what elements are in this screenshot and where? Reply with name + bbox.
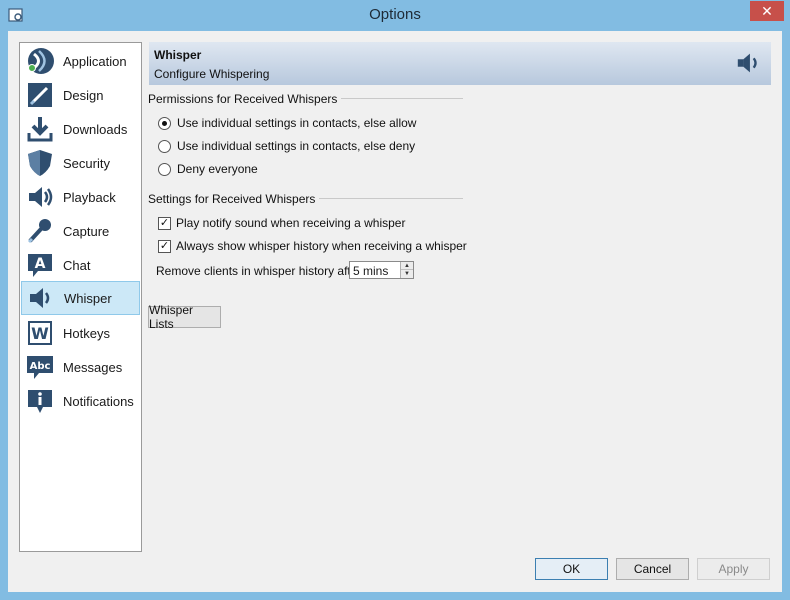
sidebar-item-label: Downloads: [63, 121, 128, 137]
speaker-icon: [737, 53, 757, 73]
sidebar-item-notifications[interactable]: Notifications: [21, 384, 140, 418]
sidebar-item-application[interactable]: Application: [21, 44, 140, 78]
sidebar-item-label: Design: [63, 87, 104, 103]
window-title: Options: [369, 6, 421, 23]
settings-group-title: Settings for Received Whispers: [148, 192, 320, 206]
spin-up-icon[interactable]: ▲: [401, 262, 413, 270]
remove-clients-label: Remove clients in whisper history after: [156, 264, 362, 278]
sidebar-item-whisper[interactable]: Whisper: [21, 281, 140, 315]
sidebar-item-security[interactable]: Security: [21, 146, 140, 180]
radio-deny[interactable]: Use individual settings in contacts, els…: [158, 139, 415, 153]
checkbox-show-whisper-history[interactable]: ✓ Always show whisper history when recei…: [158, 239, 467, 253]
radio-label: Deny everyone: [177, 162, 258, 176]
svg-text:W: W: [31, 324, 49, 343]
svg-text:Abc: Abc: [30, 361, 51, 372]
page-title: Whisper: [154, 48, 202, 62]
sidebar-item-label: Hotkeys: [63, 325, 110, 341]
close-button[interactable]: ✕: [750, 1, 784, 21]
sidebar-item-capture[interactable]: Capture: [21, 214, 140, 248]
checkbox-play-notify-sound[interactable]: ✓ Play notify sound when receiving a whi…: [158, 216, 405, 230]
page-subtitle: Configure Whispering: [154, 67, 270, 81]
radio-label: Use individual settings in contacts, els…: [177, 116, 417, 130]
checkbox-label: Play notify sound when receiving a whisp…: [176, 216, 406, 230]
ok-button[interactable]: OK: [535, 558, 608, 580]
sidebar-item-downloads[interactable]: Downloads: [21, 112, 140, 146]
title-bar[interactable]: Options ✕: [0, 0, 790, 31]
checkbox[interactable]: ✓: [158, 216, 171, 230]
download-arrow-icon: [24, 113, 56, 145]
spinbox-buttons: ▲ ▼: [400, 262, 413, 278]
sidebar-item-messages[interactable]: Abc Messages: [21, 350, 140, 384]
shield-icon: [24, 147, 56, 179]
cancel-button[interactable]: Cancel: [616, 558, 689, 580]
permissions-group-title: Permissions for Received Whispers: [148, 92, 342, 106]
remove-clients-spinbox[interactable]: 5 mins ▲ ▼: [349, 261, 414, 279]
sidebar-item-label: Application: [63, 53, 127, 69]
options-window: Options ✕ Application Design Downloads S…: [0, 0, 790, 600]
messages-abc-icon: Abc: [24, 351, 56, 383]
dialog-client-area: Application Design Downloads Security Pl…: [8, 31, 782, 592]
chat-bubble-icon: A: [24, 249, 56, 281]
spin-down-icon[interactable]: ▼: [401, 270, 413, 278]
page-header: Whisper Configure Whispering: [149, 42, 771, 85]
options-category-list[interactable]: Application Design Downloads Security Pl…: [19, 42, 142, 552]
radio-allow[interactable]: Use individual settings in contacts, els…: [158, 116, 416, 130]
svg-text:A: A: [35, 256, 46, 272]
checkbox[interactable]: ✓: [158, 239, 171, 253]
whisper-lists-button[interactable]: Whisper Lists: [148, 303, 221, 331]
hotkeys-w-icon: W: [24, 317, 56, 349]
sidebar-item-label: Whisper: [64, 290, 112, 306]
radio-deny-everyone[interactable]: Deny everyone: [158, 162, 258, 176]
microphone-icon: [24, 215, 56, 247]
apply-button[interactable]: Apply: [697, 558, 770, 580]
radio-label: Use individual settings in contacts, els…: [177, 139, 416, 153]
spinbox-value[interactable]: 5 mins: [353, 264, 388, 278]
sidebar-item-label: Capture: [63, 223, 110, 239]
radio-button[interactable]: [158, 116, 171, 130]
close-icon: ✕: [761, 2, 773, 19]
radio-button[interactable]: [158, 162, 171, 176]
checkbox-label: Always show whisper history when receivi…: [176, 239, 467, 253]
sidebar-item-chat[interactable]: A Chat: [21, 248, 140, 282]
sidebar-item-label: Notifications: [63, 393, 134, 409]
sidebar-item-hotkeys[interactable]: W Hotkeys: [21, 316, 140, 350]
sidebar-item-label: Playback: [63, 189, 116, 205]
sidebar-item-label: Security: [63, 155, 110, 171]
sidebar-item-label: Messages: [63, 359, 123, 375]
design-pen-icon: [24, 79, 56, 111]
sidebar-item-label: Chat: [63, 257, 91, 273]
radio-button[interactable]: [158, 139, 171, 153]
sidebar-item-playback[interactable]: Playback: [21, 180, 140, 214]
info-icon: [24, 385, 56, 417]
whisper-speaker-icon: [25, 282, 57, 314]
speaker-icon: [24, 181, 56, 213]
sidebar-item-design[interactable]: Design: [21, 78, 140, 112]
teamspeak-logo-icon: [24, 45, 56, 77]
